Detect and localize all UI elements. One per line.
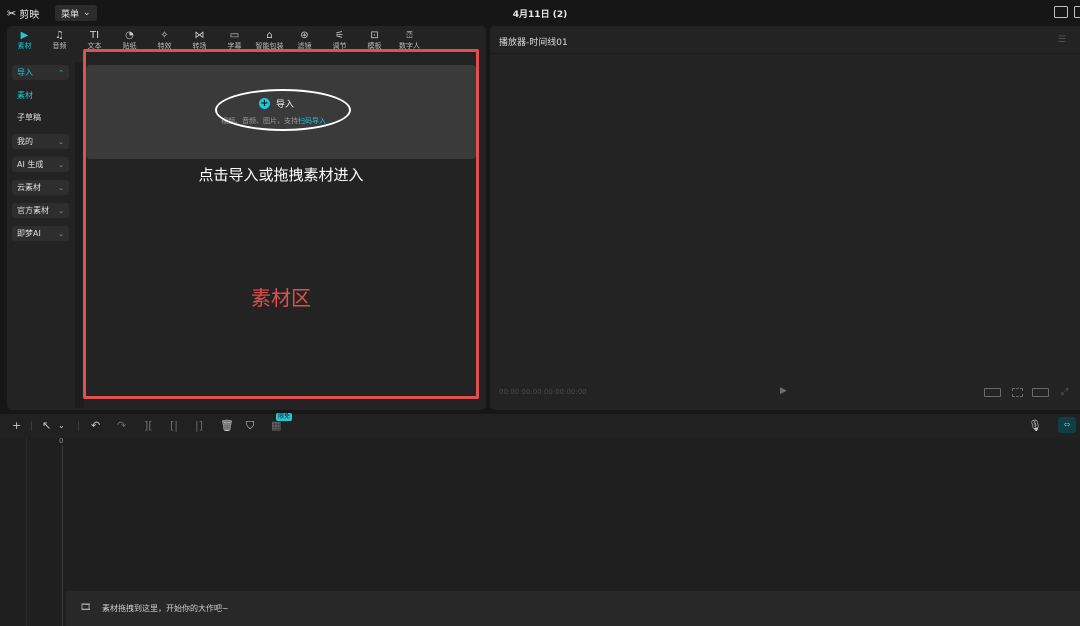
sidebar-item-2[interactable]: 子草稿 xyxy=(12,110,69,125)
chevron-down-icon: ⌄ xyxy=(58,229,64,238)
shortcut-keyboard-icon[interactable] xyxy=(1054,6,1068,18)
shield-icon[interactable]: ⛉ xyxy=(246,419,254,433)
media-sidebar: 导入 ⌃ 素材子草稿我的 ⌄ AI 生成 ⌄ 云素材 ⌄ 官方素材 ⌄ 即梦AI ⌄ xyxy=(7,62,75,408)
main-track-dropzone[interactable]: 🎞 素材拖拽到这里，开始你的大作吧~ xyxy=(66,591,1080,626)
tab-label: 素材 xyxy=(17,42,32,50)
sidebar-item-label: 导入 xyxy=(17,68,33,77)
timeline-body[interactable]: 0 🎞 素材拖拽到这里，开始你的大作吧~ xyxy=(0,437,1080,626)
chevron-down-icon: ⌄ xyxy=(58,137,64,146)
media-panel: ▶ 素材 ♫ 音频 TI 文本 ◔ 贴纸 ✧ 特效 ⋈ 转场 ▭ 字幕 ⌂ 智能包装 ⊛ 滤镜 ⚟ 调节 ⊡ 模板 ⍰ 数字人… xyxy=(7,26,486,410)
timeline-ruler[interactable] xyxy=(62,438,1080,446)
hamburger-icon[interactable]: ☰ xyxy=(1058,35,1066,45)
tab-icon: ▶ xyxy=(20,30,29,41)
toolbar-separator xyxy=(31,421,32,431)
toolbar-separator xyxy=(78,421,79,431)
undo-icon[interactable]: ↶ xyxy=(91,419,100,432)
sidebar-item-4[interactable]: AI 生成 ⌄ xyxy=(12,157,69,172)
sidebar-item-label: 云素材 xyxy=(17,183,41,192)
play-icon[interactable]: ▶ xyxy=(780,386,787,396)
annotation-frame xyxy=(83,49,479,399)
tab-icon: ⊛ xyxy=(300,30,309,41)
sidebar-item-label: 素材 xyxy=(17,91,33,100)
tab-icon: ⊡ xyxy=(370,30,379,41)
split-right-icon[interactable]: |] xyxy=(195,419,203,432)
window-title: 4月11日 (2) xyxy=(512,10,568,20)
tab-icon: ♫ xyxy=(55,30,64,41)
sidebar-item-label: 我的 xyxy=(17,137,33,146)
sidebar-item-3[interactable]: 我的 ⌄ xyxy=(12,134,69,149)
playhead[interactable] xyxy=(62,446,63,626)
sidebar-item-label: AI 生成 xyxy=(17,160,44,169)
layout-icon[interactable] xyxy=(1074,6,1080,18)
delete-icon[interactable]: 🗑 xyxy=(220,419,234,432)
tab-icon: ⚟ xyxy=(335,30,344,41)
redo-icon[interactable]: ↷ xyxy=(117,419,126,432)
sidebar-item-label: 即梦AI xyxy=(17,229,41,238)
timeline-toolbar: + ↖ ⌄ ↶ ↷ ][ [| |] 🗑 ⛉ ▦ 限免 🎙 ⇔ xyxy=(0,413,1080,438)
chevron-up-icon: ⌃ xyxy=(58,68,64,77)
add-track-icon[interactable]: + xyxy=(12,419,21,432)
tab-0[interactable]: ▶ 素材 xyxy=(7,26,42,52)
sidebar-item-1[interactable]: 素材 xyxy=(12,88,69,103)
tab-icon: ▭ xyxy=(229,30,240,41)
sidebar-item-6[interactable]: 官方素材 ⌄ xyxy=(12,203,69,218)
chevron-down-icon: ⌄ xyxy=(58,183,64,192)
chevron-down-icon[interactable]: ⌄ xyxy=(58,421,65,430)
main-track-magnet-toggle[interactable]: ⇔ xyxy=(1058,417,1076,433)
player-title: 播放器-时间线01 xyxy=(499,38,568,48)
sidebar-item-label: 官方素材 xyxy=(17,206,49,215)
timecode: 00:00:00:00 00:00:00:00 xyxy=(499,388,587,396)
tab-icon: ⍰ xyxy=(406,30,413,41)
free-badge: 限免 xyxy=(276,413,293,421)
player-panel: 播放器-时间线01 ☰ 00:00:00:00 00:00:00:00 ▶ ⤢ xyxy=(490,26,1080,410)
chevron-down-icon: ⌄ xyxy=(58,206,64,215)
split-icon[interactable]: ][ xyxy=(144,419,153,432)
annotation-zone-label: 素材区 xyxy=(251,286,311,310)
player-controls: 00:00:00:00 00:00:00:00 ▶ ⤢ xyxy=(490,384,1080,404)
split-left-icon[interactable]: [| xyxy=(170,419,178,432)
sidebar-item-7[interactable]: 即梦AI ⌄ xyxy=(12,226,69,241)
sidebar-item-label: 子草稿 xyxy=(17,113,41,122)
track-header-divider xyxy=(26,438,27,626)
tab-icon: ⌂ xyxy=(266,30,273,41)
sidebar-item-5[interactable]: 云素材 ⌄ xyxy=(12,180,69,195)
tab-icon: TI xyxy=(89,30,100,41)
aspect-ratio-icon[interactable] xyxy=(1032,388,1049,397)
tab-label: 音频 xyxy=(52,42,67,50)
app-window: ✂ 剪映 菜单 ⌄ 4月11日 (2) ▶ 素材 ♫ 音频 TI 文本 ◔ 贴纸 ✧ 特效 ⋈ 转场 ▭… xyxy=(0,0,1080,626)
microphone-icon[interactable]: 🎙 xyxy=(1028,419,1042,432)
player-header: 播放器-时间线01 ☰ xyxy=(490,26,1080,54)
chevron-down-icon: ⌄ xyxy=(58,160,64,169)
tab-icon: ✧ xyxy=(160,30,169,41)
film-icon: 🎞 xyxy=(80,603,92,613)
sidebar-item-0[interactable]: 导入 ⌃ xyxy=(12,65,69,80)
timeline-panel: + ↖ ⌄ ↶ ↷ ][ [| |] 🗑 ⛉ ▦ 限免 🎙 ⇔ 0 🎞 素材拖拽… xyxy=(0,413,1080,626)
drop-track-text: 素材拖拽到这里，开始你的大作吧~ xyxy=(102,604,229,613)
snapshot-icon[interactable] xyxy=(1012,388,1023,397)
ruler-zero-label: 0 xyxy=(59,437,64,445)
tab-icon: ⋈ xyxy=(194,30,205,41)
select-cursor-icon[interactable]: ↖ xyxy=(42,419,51,432)
tab-1[interactable]: ♫ 音频 xyxy=(42,26,77,52)
ratio-icon[interactable] xyxy=(984,388,1001,397)
fullscreen-icon[interactable]: ⤢ xyxy=(1061,388,1070,397)
tab-icon: ◔ xyxy=(125,30,134,41)
title-bar: ✂ 剪映 菜单 ⌄ 4月11日 (2) xyxy=(0,0,1080,26)
